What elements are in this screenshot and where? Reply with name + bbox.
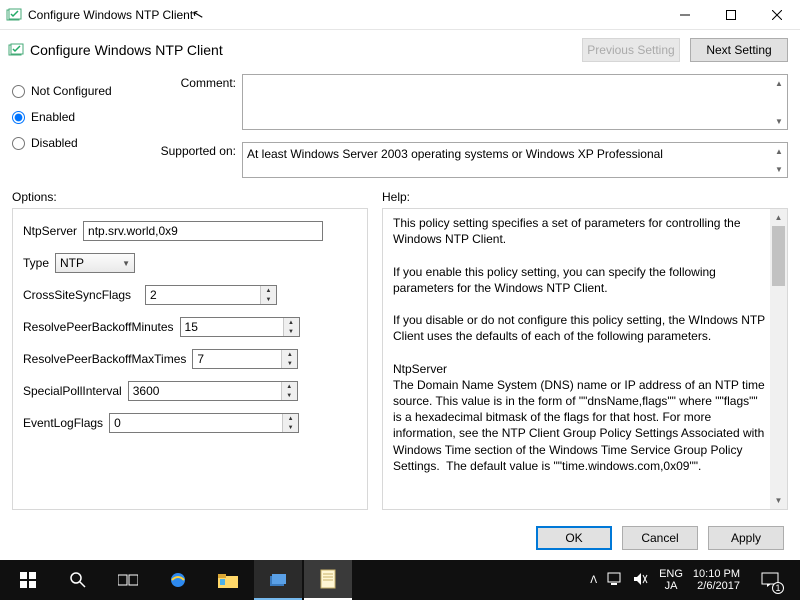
help-section-label: Help: <box>382 190 788 208</box>
spin-down-icon[interactable]: ▼ <box>282 391 297 400</box>
comment-label: Comment: <box>152 74 236 90</box>
scroll-down-icon[interactable]: ▼ <box>770 492 787 509</box>
eventlog-stepper[interactable]: ▲▼ <box>109 413 299 433</box>
resolvemax-value[interactable] <box>193 352 281 366</box>
resolvemax-label: ResolvePeerBackoffMaxTimes <box>23 352 186 366</box>
scroll-up-icon[interactable]: ▲ <box>771 143 787 159</box>
taskbar-ie-icon[interactable] <box>154 560 202 600</box>
spin-up-icon[interactable]: ▲ <box>261 286 276 295</box>
crosssite-label: CrossSiteSyncFlags <box>23 288 139 302</box>
apply-button[interactable]: Apply <box>708 526 784 550</box>
task-view-button[interactable] <box>104 560 152 600</box>
ntpserver-label: NtpServer <box>23 224 77 238</box>
scroll-up-icon[interactable]: ▲ <box>771 75 787 91</box>
options-section-label: Options: <box>12 190 368 208</box>
scrollbar-thumb[interactable] <box>772 226 785 286</box>
window-titlebar: Configure Windows NTP Client <box>0 0 800 30</box>
resolvemin-value[interactable] <box>181 320 283 334</box>
search-button[interactable] <box>54 560 102 600</box>
crosssite-stepper[interactable]: ▲▼ <box>145 285 277 305</box>
supported-label: Supported on: <box>152 142 236 158</box>
tray-notify-badge: 1 <box>772 582 784 594</box>
type-select[interactable]: NTP ▼ <box>55 253 135 273</box>
next-setting-button[interactable]: Next Setting <box>690 38 788 62</box>
radio-enabled[interactable]: Enabled <box>12 110 142 124</box>
spin-down-icon[interactable]: ▼ <box>283 423 298 432</box>
crosssite-value[interactable] <box>146 288 260 302</box>
cancel-button[interactable]: Cancel <box>622 526 698 550</box>
type-label: Type <box>23 256 49 270</box>
specialpoll-label: SpecialPollInterval <box>23 384 122 398</box>
scroll-up-icon[interactable]: ▲ <box>770 209 787 226</box>
spin-down-icon[interactable]: ▼ <box>261 295 276 304</box>
taskbar-notepad-icon[interactable] <box>304 560 352 600</box>
tray-network-icon[interactable] <box>607 572 623 589</box>
help-scrollbar[interactable]: ▲ ▼ <box>770 209 787 509</box>
resolvemin-label: ResolvePeerBackoffMinutes <box>23 320 174 334</box>
window-close-button[interactable] <box>754 0 800 30</box>
tray-date: 2/6/2017 <box>693 580 740 592</box>
scroll-down-icon[interactable]: ▼ <box>771 161 787 177</box>
chevron-down-icon: ▼ <box>122 259 130 268</box>
radio-disabled[interactable]: Disabled <box>12 136 142 150</box>
window-minimize-button[interactable] <box>662 0 708 30</box>
tray-lang-secondary: JA <box>659 580 683 592</box>
radio-enabled-label: Enabled <box>31 110 75 124</box>
resolvemax-stepper[interactable]: ▲▼ <box>192 349 298 369</box>
tray-time: 10:10 PM <box>693 568 740 580</box>
specialpoll-value[interactable] <box>129 384 281 398</box>
app-icon <box>6 7 22 23</box>
radio-not-configured[interactable]: Not Configured <box>12 84 142 98</box>
dialog-button-row: OK Cancel Apply <box>0 516 800 560</box>
help-text: This policy setting specifies a set of p… <box>393 215 787 503</box>
tray-clock[interactable]: 10:10 PM2/6/2017 <box>693 568 740 592</box>
radio-disabled-label: Disabled <box>31 136 78 150</box>
comment-scrollbar[interactable]: ▲▼ <box>771 75 787 129</box>
tray-volume-icon[interactable] <box>633 572 649 589</box>
type-select-value: NTP <box>60 256 84 270</box>
previous-setting-button: Previous Setting <box>582 38 680 62</box>
taskbar: ᐱ ENGJA 10:10 PM2/6/2017 1 <box>0 560 800 600</box>
tray-action-center[interactable]: 1 <box>750 560 790 600</box>
tray-lang-primary: ENG <box>659 568 683 580</box>
options-panel: NtpServer Type NTP ▼ CrossSiteSyncFlags … <box>12 208 368 510</box>
comment-textarea[interactable]: ▲▼ <box>242 74 788 130</box>
tray-language[interactable]: ENGJA <box>659 568 683 592</box>
supported-value: At least Windows Server 2003 operating s… <box>247 147 663 161</box>
spin-up-icon[interactable]: ▲ <box>284 318 299 327</box>
policy-title: Configure Windows NTP Client <box>30 42 223 58</box>
taskbar-explorer-icon[interactable] <box>204 560 252 600</box>
policy-header: Configure Windows NTP Client Previous Se… <box>0 30 800 70</box>
taskbar-gpedit-icon[interactable] <box>254 560 302 600</box>
tray-chevron-icon[interactable]: ᐱ <box>590 575 597 586</box>
supported-scrollbar[interactable]: ▲▼ <box>771 143 787 177</box>
spin-up-icon[interactable]: ▲ <box>282 382 297 391</box>
spin-up-icon[interactable]: ▲ <box>282 350 297 359</box>
window-maximize-button[interactable] <box>708 0 754 30</box>
spin-down-icon[interactable]: ▼ <box>284 327 299 336</box>
radio-not-configured-label: Not Configured <box>31 84 112 98</box>
policy-icon <box>8 42 24 58</box>
eventlog-value[interactable] <box>110 416 282 430</box>
supported-textarea: At least Windows Server 2003 operating s… <box>242 142 788 178</box>
spin-up-icon[interactable]: ▲ <box>283 414 298 423</box>
ok-button[interactable]: OK <box>536 526 612 550</box>
window-title: Configure Windows NTP Client <box>28 8 193 22</box>
start-button[interactable] <box>4 560 52 600</box>
ntpserver-input[interactable] <box>83 221 323 241</box>
spin-down-icon[interactable]: ▼ <box>282 359 297 368</box>
scroll-down-icon[interactable]: ▼ <box>771 113 787 129</box>
specialpoll-stepper[interactable]: ▲▼ <box>128 381 298 401</box>
help-panel: This policy setting specifies a set of p… <box>382 208 788 510</box>
eventlog-label: EventLogFlags <box>23 416 103 430</box>
resolvemin-stepper[interactable]: ▲▼ <box>180 317 300 337</box>
